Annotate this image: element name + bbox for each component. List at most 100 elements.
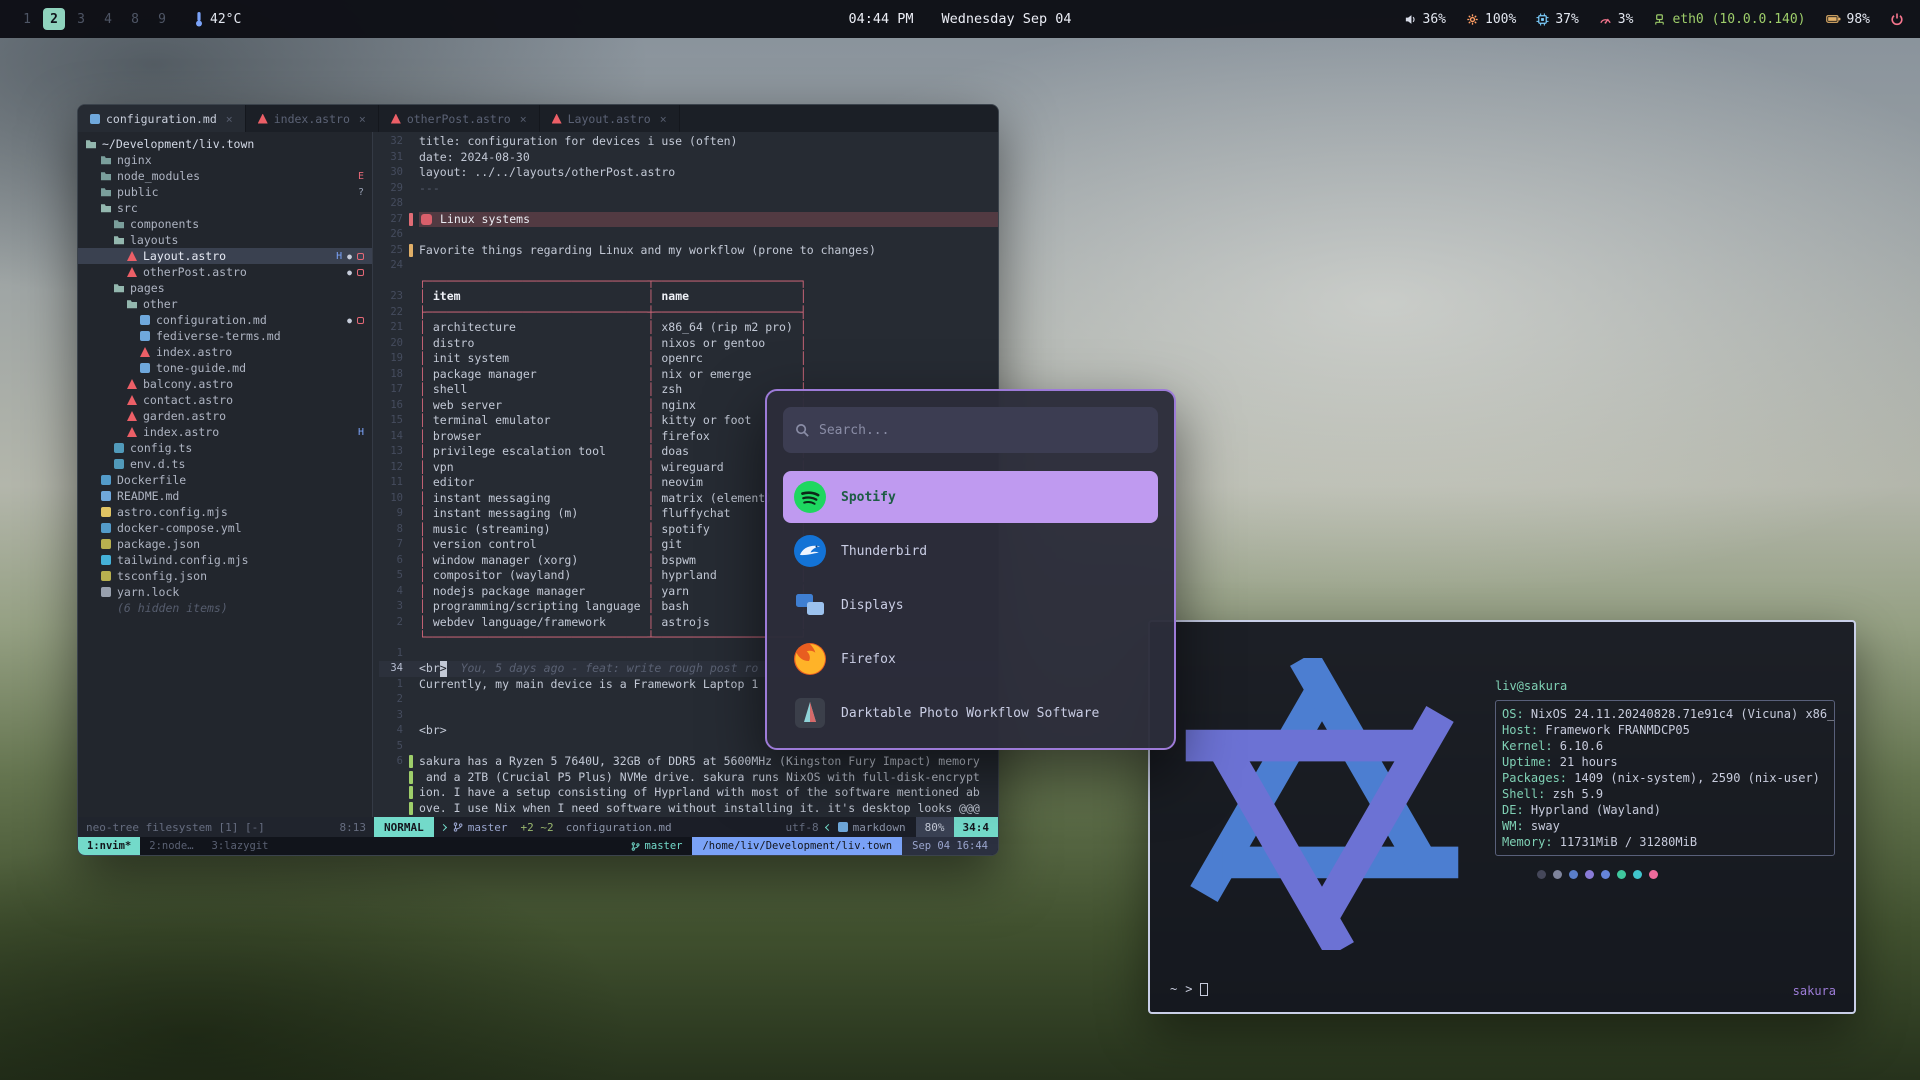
workspace-2[interactable]: 2 — [43, 8, 65, 30]
tree-item-public[interactable]: public? — [78, 184, 372, 200]
launcher-item-label: Displays — [841, 598, 904, 613]
power-button[interactable] — [1890, 12, 1904, 26]
app-launcher: SpotifyThunderbird Displays FirefoxDarktab… — [765, 389, 1176, 750]
tree-item-nginx[interactable]: nginx — [78, 152, 372, 168]
fetch-terminal[interactable]: liv@sakura OS: NixOS 24.11.20240828.71e9… — [1148, 620, 1856, 1014]
status-network[interactable]: eth0 (10.0.0.140) — [1653, 12, 1805, 27]
buffer-line: 19│ init system │ openrc │ — [379, 351, 998, 367]
firefox-icon — [793, 642, 827, 676]
workspaces: 123489 — [16, 8, 173, 30]
tree-item-Layout.astro[interactable]: Layout.astroH● — [78, 248, 372, 264]
tree-item-label: yarn.lock — [117, 585, 179, 599]
shell-prompt[interactable]: ~ > — [1170, 982, 1208, 996]
palette-dot — [1585, 870, 1594, 879]
tree-item-label: components — [130, 217, 199, 231]
tree-item-yarn.lock[interactable]: yarn.lock — [78, 584, 372, 600]
tree-item-configuration.md[interactable]: configuration.md● — [78, 312, 372, 328]
tree-item-label: other — [143, 297, 178, 311]
buffer-line: 30layout: ../../layouts/otherPost.astro — [379, 165, 998, 181]
tmux-window-3[interactable]: 3:lazygit — [203, 837, 278, 855]
tree-item-index.astro[interactable]: index.astroH — [78, 424, 372, 440]
tree-item-config.ts[interactable]: config.ts — [78, 440, 372, 456]
encoding: utf-8 — [786, 817, 819, 837]
diagnostic-box-icon — [357, 317, 364, 324]
tree-item-label: node_modules — [117, 169, 200, 183]
temperature: 42°C — [194, 11, 241, 27]
cpu-icon — [1599, 13, 1612, 26]
tree-item-package.json[interactable]: package.json — [78, 536, 372, 552]
tree-item-src[interactable]: src — [78, 200, 372, 216]
tree-item-label: Layout.astro — [143, 249, 226, 263]
brightness-icon — [1466, 13, 1479, 26]
status-brightness[interactable]: 100% — [1466, 12, 1516, 27]
tree-item-otherPost.astro[interactable]: otherPost.astro● — [78, 264, 372, 280]
tree-root[interactable]: ~/Development/liv.town — [78, 136, 372, 152]
tree-item-node_modules[interactable]: node_modulesE — [78, 168, 372, 184]
tab-otherPost.astro[interactable]: otherPost.astro× — [379, 105, 540, 132]
tree-item-components[interactable]: components — [78, 216, 372, 232]
status-bar: 123489 42°C 04:44 PM Wednesday Sep 04 36… — [0, 0, 1920, 38]
close-tab-icon[interactable]: × — [226, 112, 233, 126]
launcher-list: SpotifyThunderbird Displays FirefoxDarktab… — [783, 471, 1158, 739]
time: 04:44 PM — [848, 11, 913, 27]
tree-item-label: astro.config.mjs — [117, 505, 228, 519]
status-volume[interactable]: 36% — [1404, 12, 1446, 27]
buffer-line: 25Favorite things regarding Linux and my… — [379, 243, 998, 259]
tab-Layout.astro[interactable]: Layout.astro× — [540, 105, 680, 132]
workspace-9[interactable]: 9 — [151, 8, 173, 30]
close-tab-icon[interactable]: × — [520, 112, 527, 126]
tree-item-contact.astro[interactable]: contact.astro — [78, 392, 372, 408]
palette-dot — [1633, 870, 1642, 879]
tree-item-(6 hidden items)[interactable]: (6 hidden items) — [78, 600, 372, 616]
tree-item-env.d.ts[interactable]: env.d.ts — [78, 456, 372, 472]
tree-item-README.md[interactable]: README.md — [78, 488, 372, 504]
md-icon — [140, 331, 150, 341]
tree-item-label: garden.astro — [143, 409, 226, 423]
tree-item-Dockerfile[interactable]: Dockerfile — [78, 472, 372, 488]
close-tab-icon[interactable]: × — [359, 112, 366, 126]
launcher-item-spotify[interactable]: Spotify — [783, 471, 1158, 523]
tree-item-docker-compose.yml[interactable]: docker-compose.yml — [78, 520, 372, 536]
tree-item-tailwind.config.mjs[interactable]: tailwind.config.mjs — [78, 552, 372, 568]
tab-index.astro[interactable]: index.astro× — [246, 105, 379, 132]
tmux-path: /home/liv/Development/liv.town — [692, 837, 902, 855]
workspace-3[interactable]: 3 — [70, 8, 92, 30]
tree-item-pages[interactable]: pages — [78, 280, 372, 296]
tree-item-layouts[interactable]: layouts — [78, 232, 372, 248]
astro-icon — [127, 251, 137, 261]
tmux-window-2[interactable]: 2:node… — [140, 837, 202, 855]
launcher-item-firefox[interactable]: Firefox — [783, 633, 1158, 685]
tree-item-garden.astro[interactable]: garden.astro — [78, 408, 372, 424]
status-cpu[interactable]: 3% — [1599, 12, 1634, 27]
tree-item-fediverse-terms.md[interactable]: fediverse-terms.md — [78, 328, 372, 344]
folder-icon — [101, 155, 111, 165]
battery-value: 98% — [1847, 12, 1870, 27]
workspace-4[interactable]: 4 — [97, 8, 119, 30]
launcher-item-thunderbird[interactable]: Thunderbird — [783, 525, 1158, 577]
tree-item-other[interactable]: other — [78, 296, 372, 312]
tree-item-astro.config.mjs[interactable]: astro.config.mjs — [78, 504, 372, 520]
tmux-window-1[interactable]: 1:nvim* — [78, 837, 140, 855]
tmux-branch-name: master — [645, 840, 683, 852]
heading-icon — [421, 214, 432, 225]
status-cluster: 36% 100% 37% 3% eth0 (10.0.0.140) 98% — [1404, 12, 1870, 27]
search-box[interactable] — [783, 407, 1158, 453]
tree-item-balcony.astro[interactable]: balcony.astro — [78, 376, 372, 392]
search-input[interactable] — [819, 423, 1146, 438]
tree-item-index.astro[interactable]: index.astro — [78, 344, 372, 360]
status-memory[interactable]: 37% — [1536, 12, 1578, 27]
launcher-item-darktable[interactable]: Darktable Photo Workflow Software — [783, 687, 1158, 739]
tree-item-tsconfig.json[interactable]: tsconfig.json — [78, 568, 372, 584]
none-icon — [101, 603, 111, 613]
workspace-8[interactable]: 8 — [124, 8, 146, 30]
launcher-item-displays[interactable]: Displays — [783, 579, 1158, 631]
workspace-1[interactable]: 1 — [16, 8, 38, 30]
tab-configuration.md[interactable]: configuration.md× — [78, 105, 246, 132]
tree-item-label: tsconfig.json — [117, 569, 207, 583]
status-battery[interactable]: 98% — [1826, 12, 1870, 27]
folder-open-icon — [114, 235, 124, 245]
close-tab-icon[interactable]: × — [660, 112, 667, 126]
mark-h: H — [336, 251, 342, 262]
git-diff-stats: +2 ~2 — [521, 821, 554, 834]
tree-item-tone-guide.md[interactable]: tone-guide.md — [78, 360, 372, 376]
